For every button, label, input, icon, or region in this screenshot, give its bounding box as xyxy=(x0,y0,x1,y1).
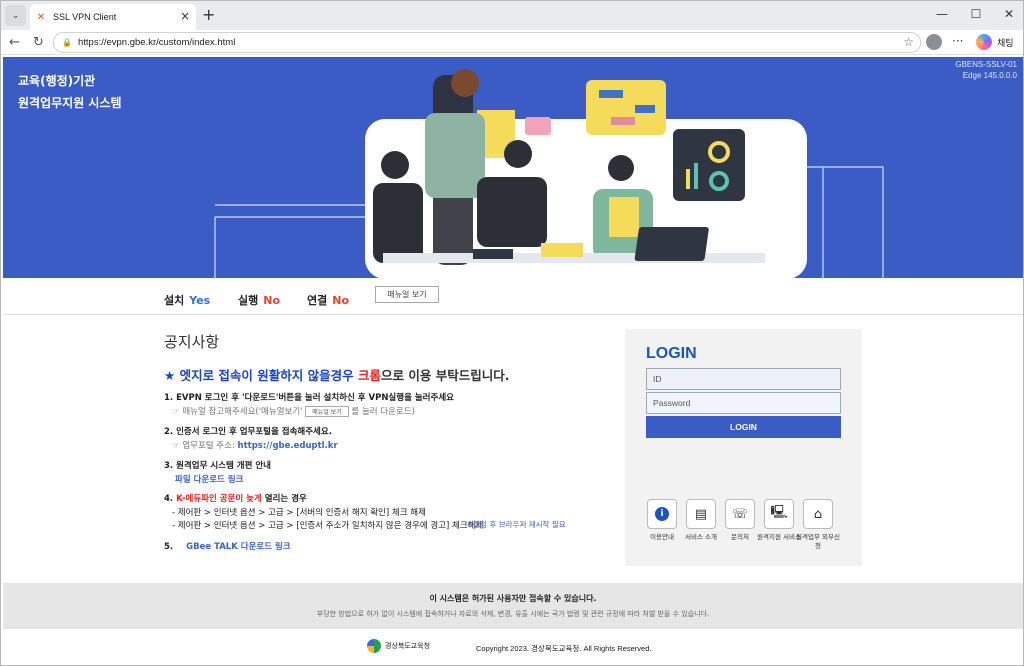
computer-icon[interactable]: 🖳 xyxy=(764,499,794,529)
connect-status-value: No xyxy=(332,294,350,307)
chevron-down-icon: ⌄ xyxy=(11,10,20,21)
notice-item-4-a: - 제어판 > 인터넷 옵션 > 고급 > [서버의 인증서 해지 확인] 체크… xyxy=(172,508,426,518)
notice-title: 공지사항 xyxy=(164,333,220,351)
install-status-value: Yes xyxy=(189,294,211,307)
notice-item-1: 1. EVPN 로그인 후 '다운로드'버튼을 눌러 설치하신 후 VPN실행을… xyxy=(164,393,454,403)
notice-item-2: 2. 인증서 로그인 후 업무포털을 접속해주세요. xyxy=(164,427,332,437)
back-icon[interactable]: ← xyxy=(9,35,20,50)
quick-label-remote-request: 원격업무 외부신청 xyxy=(796,533,840,550)
run-status: 실행 No xyxy=(238,294,281,307)
url-field[interactable]: 🔒 https://evpn.gbe.kr/custom/index.html … xyxy=(53,32,921,53)
star-icon: ★ xyxy=(164,368,176,383)
footer-notice: 이 시스템은 허가된 사용자만 접속할 수 있습니다. 부당한 방법으로 허가 … xyxy=(3,583,1023,629)
install-status: 설치 Yes xyxy=(164,294,211,307)
footer-warning-title: 이 시스템은 허가된 사용자만 접속할 수 있습니다. xyxy=(429,594,597,603)
notice-item-5: 5. GBee TALK 다운로드 링크 xyxy=(164,542,291,552)
hero-banner: 교육(행정)기관 원격업무지원 시스템 GBENS-SSLV-01 Edge 1… xyxy=(3,57,1023,278)
status-bar: 설치 Yes 실행 No 연결 No 매뉴얼 보기 xyxy=(3,278,1023,315)
password-field[interactable]: Password xyxy=(646,392,841,414)
edu-office-logo: 경상북도교육청 xyxy=(367,639,430,653)
favorite-star-icon[interactable]: ☆ xyxy=(903,35,914,49)
manual-button[interactable]: 매뉴얼 보기 xyxy=(375,286,439,303)
browser-window: ⌄ ✕ SSL VPN Client × + — ☐ ✕ ← ↻ 🔒 https… xyxy=(0,0,1024,666)
notice-item-4: 4. K-에듀파인 공문이 늦게 열리는 경우 xyxy=(164,494,307,504)
info-icon[interactable]: i xyxy=(647,499,677,529)
chat-label[interactable]: 채팅 xyxy=(997,36,1014,49)
inline-manual-button[interactable]: 매뉴얼 보기 xyxy=(305,406,349,417)
tab-actions-button[interactable]: ⌄ xyxy=(5,5,26,26)
login-button[interactable]: LOGIN xyxy=(646,416,841,438)
run-status-value: No xyxy=(263,294,281,307)
new-tab-icon[interactable]: + xyxy=(202,5,215,24)
refresh-icon[interactable]: ↻ xyxy=(33,35,44,50)
minimize-icon[interactable]: — xyxy=(932,7,952,21)
login-panel: LOGIN ID Password LOGIN i 이용안내 ▤ 서비스 소개 … xyxy=(625,329,862,566)
team-illustration xyxy=(214,69,884,278)
tab-bar: ⌄ ✕ SSL VPN Client × + — ☐ ✕ xyxy=(1,1,1023,30)
edu-office-logo-icon xyxy=(367,639,381,653)
edu-office-logo-text: 경상북도교육청 xyxy=(385,642,431,650)
notice-item-2-sub: ☞ 업무포털 주소: https://gbe.eduptl.kr xyxy=(172,441,338,451)
file-download-link[interactable]: 파일 다운로드 링크 xyxy=(175,473,243,485)
notice-headline: ★ 엣지로 접속이 원활하지 않을경우 크롬으로 이용 부탁드립니다. xyxy=(164,368,510,383)
copilot-icon[interactable] xyxy=(976,34,992,50)
vpn-favicon-icon: ✕ xyxy=(36,11,46,23)
profile-avatar[interactable] xyxy=(926,34,942,50)
gbee-talk-link[interactable]: GBee TALK 다운로드 링크 xyxy=(186,542,291,552)
lock-icon: 🔒 xyxy=(62,38,72,47)
close-window-icon[interactable]: ✕ xyxy=(999,7,1019,21)
footer-warning-text: 부당한 방법으로 허가 없이 시스템에 접속하거나 자료의 삭제, 변경, 유출… xyxy=(316,610,710,618)
login-title: LOGIN xyxy=(646,345,697,362)
remote-icon[interactable]: ⌂ xyxy=(803,499,833,529)
notice-item-4-note: ※설정 후 브라우저 재시작 필요 xyxy=(467,520,566,529)
browser-tab[interactable]: ✕ SSL VPN Client × xyxy=(30,4,196,30)
phone-icon[interactable]: ☏ xyxy=(725,499,755,529)
more-menu-icon[interactable]: ··· xyxy=(952,34,963,48)
close-tab-icon[interactable]: × xyxy=(180,9,190,23)
portal-link[interactable]: https://gbe.eduptl.kr xyxy=(238,441,338,451)
document-icon[interactable]: ▤ xyxy=(686,499,716,529)
maximize-icon[interactable]: ☐ xyxy=(966,7,986,21)
tab-title: SSL VPN Client xyxy=(53,12,117,22)
address-bar-row: ← ↻ 🔒 https://evpn.gbe.kr/custom/index.h… xyxy=(1,30,1023,55)
connect-status: 연결 No xyxy=(307,294,350,307)
url-text: https://evpn.gbe.kr/custom/index.html xyxy=(77,37,236,48)
id-field[interactable]: ID xyxy=(646,368,841,390)
notice-item-3: 3. 원격업무 시스템 개편 안내 xyxy=(164,461,272,471)
notice-item-1-sub: ☞ 매뉴얼 참고해주세요('매뉴얼보기' 매뉴얼 보기 를 눌러 다운로드) xyxy=(172,406,415,417)
notice-item-4-b: - 제어판 > 인터넷 옵션 > 고급 > [인증서 주소가 일치하지 않은 경… xyxy=(172,521,484,531)
copyright: Copyright 2023. 경상북도교육청. All Rights Rese… xyxy=(476,644,652,653)
